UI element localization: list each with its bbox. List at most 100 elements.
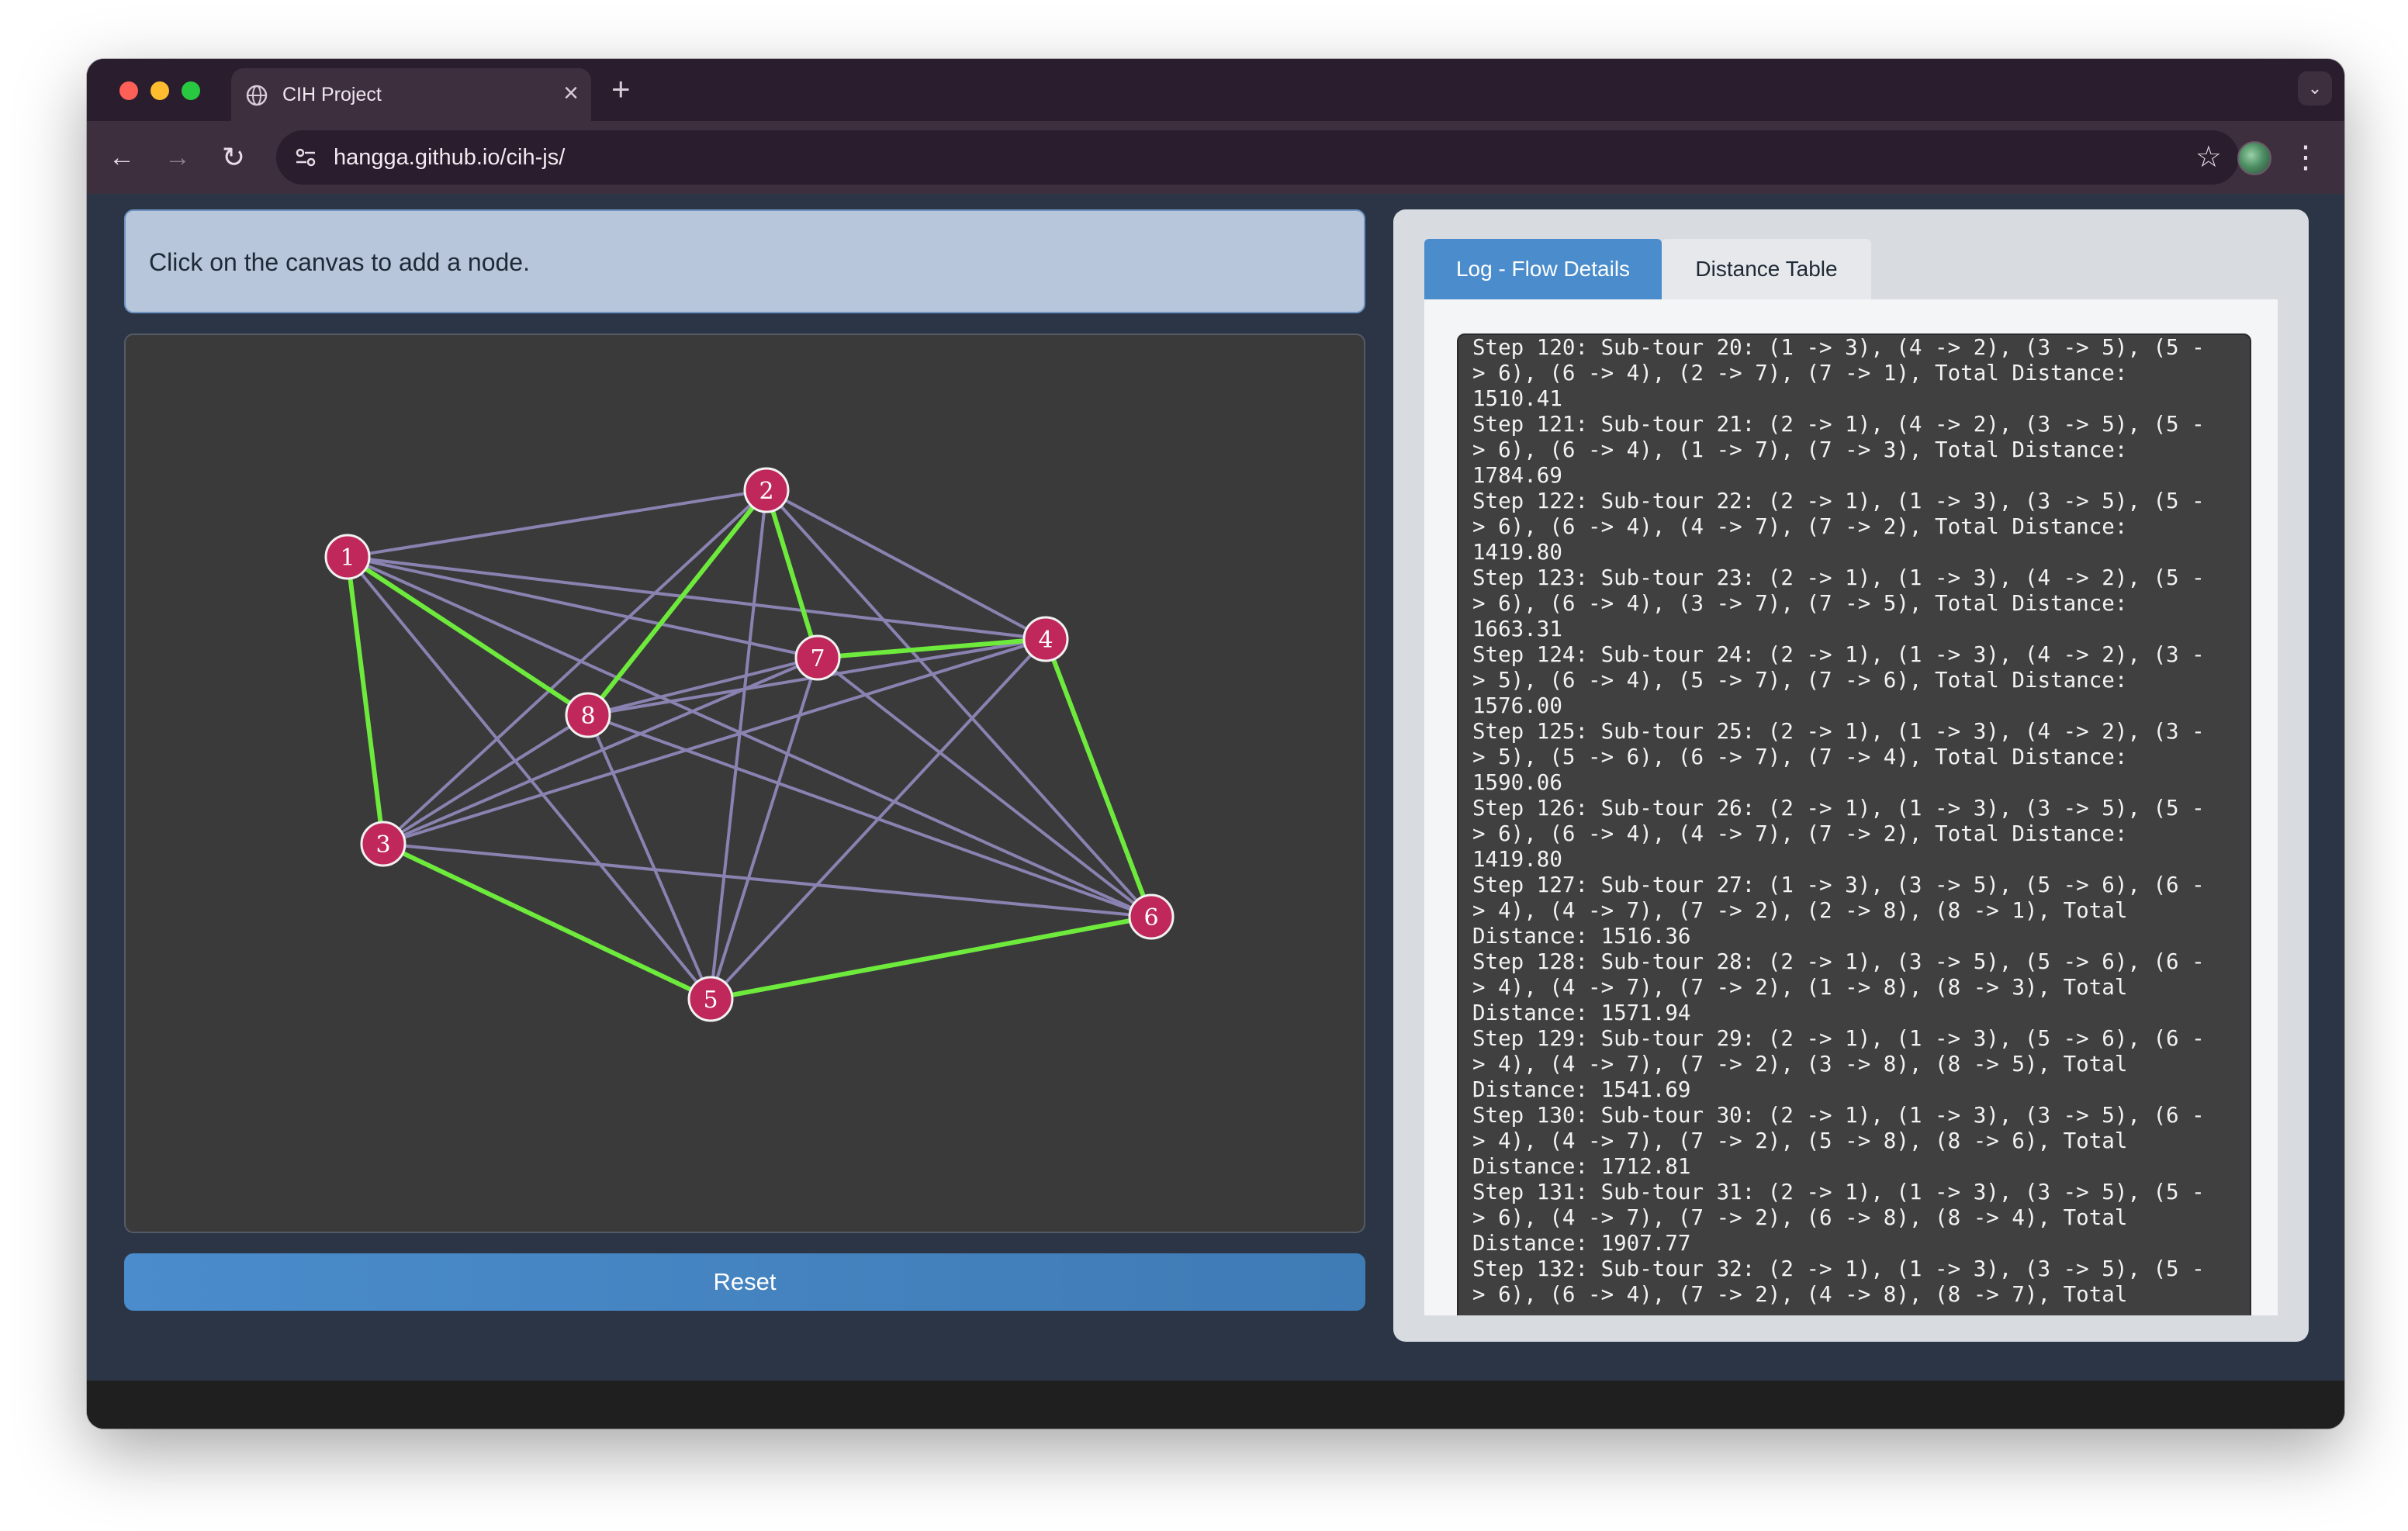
log-line: Step 122: Sub-tour 22: (2 -> 1), (1 -> 3… xyxy=(1472,489,2205,513)
graph-canvas[interactable]: 1 2 3 4 5 6 7 8 xyxy=(124,334,1365,1233)
site-settings-icon[interactable] xyxy=(292,143,320,171)
back-arrow-icon[interactable]: ← xyxy=(102,138,141,177)
browser-tab[interactable]: CIH Project × xyxy=(231,68,591,121)
log-line: 1784.69 xyxy=(1472,463,1562,488)
log-line: Step 129: Sub-tour 29: (2 -> 1), (1 -> 3… xyxy=(1472,1026,2205,1051)
graph-node-5[interactable]: 5 xyxy=(687,976,734,1022)
graph-svg[interactable]: 1 2 3 4 5 6 7 8 xyxy=(126,335,1365,1233)
url-text[interactable]: hangga.github.io/cih-js/ xyxy=(334,145,565,171)
profile-avatar[interactable] xyxy=(2237,141,2271,175)
log-line: > 6), (6 -> 4), (3 -> 7), (7 -> 5), Tota… xyxy=(1472,591,2128,616)
log-line: Step 131: Sub-tour 31: (2 -> 1), (1 -> 3… xyxy=(1472,1180,2205,1204)
node-label: 1 xyxy=(340,544,355,572)
bottom-bar xyxy=(87,1381,2344,1429)
log-line: 1419.80 xyxy=(1472,540,1562,565)
log-line: Step 123: Sub-tour 23: (2 -> 1), (1 -> 3… xyxy=(1472,565,2205,590)
log-line: Step 130: Sub-tour 30: (2 -> 1), (1 -> 3… xyxy=(1472,1103,2205,1128)
log-line: Step 128: Sub-tour 28: (2 -> 1), (3 -> 5… xyxy=(1472,949,2205,974)
page-content: Click on the canvas to add a node. 1 2 3 4 5… xyxy=(87,194,2344,1429)
graph-edge-6-8 xyxy=(587,714,1152,918)
tab-log-flow-details[interactable]: Log - Flow Details xyxy=(1424,239,1662,299)
graph-edge-5-7 xyxy=(709,657,819,1000)
graph-edge-3-6 xyxy=(382,842,1152,918)
tab-content: Step 120: Sub-tour 20: (1 -> 3), (4 -> 2… xyxy=(1424,299,2278,1315)
minimize-window-button[interactable] xyxy=(150,81,169,100)
log-line: 1576.00 xyxy=(1472,693,1562,718)
browser-toolbar: ← → ↻ hangga.github.io/cih-js/ ☆ ⋮ xyxy=(87,121,2344,194)
log-text: Step 120: Sub-tour 20: (1 -> 3), (4 -> 2… xyxy=(1472,335,2236,1308)
log-line: > 4), (4 -> 7), (7 -> 2), (3 -> 8), (8 -… xyxy=(1472,1052,2128,1077)
tour-edge-2-7 xyxy=(764,489,820,658)
log-line: > 6), (6 -> 4), (4 -> 7), (7 -> 2), Tota… xyxy=(1472,821,2128,846)
node-label: 6 xyxy=(1143,904,1158,931)
reset-button[interactable]: Reset xyxy=(124,1253,1365,1311)
tab-close-icon[interactable]: × xyxy=(563,78,579,109)
graph-node-7[interactable]: 7 xyxy=(794,634,841,681)
graph-node-2[interactable]: 2 xyxy=(743,467,790,513)
log-line: > 5), (6 -> 4), (5 -> 7), (7 -> 6), Tota… xyxy=(1472,668,2128,693)
details-panel: Log - Flow Details Distance Table Step 1… xyxy=(1393,209,2309,1342)
graph-edge-3-8 xyxy=(382,714,590,845)
log-line: 1590.06 xyxy=(1472,770,1562,795)
browser-menu-icon[interactable]: ⋮ xyxy=(2290,138,2321,177)
address-bar[interactable]: hangga.github.io/cih-js/ ☆ xyxy=(276,130,2239,185)
browser-window: CIH Project × + ⌄ ← → ↻ hangga.github.io… xyxy=(87,59,2344,1429)
log-line: Distance: 1907.77 xyxy=(1472,1231,1691,1256)
log-line: Step 124: Sub-tour 24: (2 -> 1), (1 -> 3… xyxy=(1472,642,2205,667)
log-line: Step 126: Sub-tour 26: (2 -> 1), (1 -> 3… xyxy=(1472,796,2205,821)
log-line: Distance: 1712.81 xyxy=(1472,1154,1691,1179)
zoom-window-button[interactable] xyxy=(182,81,200,100)
log-line: Step 120: Sub-tour 20: (1 -> 3), (4 -> 2… xyxy=(1472,335,2205,360)
graph-edge-2-6 xyxy=(765,489,1153,918)
log-line: Distance: 1541.69 xyxy=(1472,1077,1691,1102)
log-output[interactable]: Step 120: Sub-tour 20: (1 -> 3), (4 -> 2… xyxy=(1457,334,2251,1315)
tab-distance-table[interactable]: Distance Table xyxy=(1662,239,1871,299)
node-label: 7 xyxy=(810,645,825,672)
log-line: Step 121: Sub-tour 21: (2 -> 1), (4 -> 2… xyxy=(1472,412,2205,437)
tour-edge-3-5 xyxy=(382,842,712,1001)
log-line: Step 127: Sub-tour 27: (1 -> 3), (3 -> 5… xyxy=(1472,873,2205,897)
log-line: 1510.41 xyxy=(1472,386,1562,411)
graph-node-3[interactable]: 3 xyxy=(360,821,407,867)
graph-node-6[interactable]: 6 xyxy=(1128,893,1175,940)
tab-strip: CIH Project × + ⌄ xyxy=(87,59,2344,121)
log-line: 1419.80 xyxy=(1472,847,1562,872)
tour-edge-1-3 xyxy=(345,556,386,845)
new-tab-button[interactable]: + xyxy=(611,70,631,109)
graph-edge-2-5 xyxy=(709,489,768,1000)
log-line: > 4), (4 -> 7), (7 -> 2), (2 -> 8), (8 -… xyxy=(1472,898,2128,923)
node-label: 3 xyxy=(375,831,390,859)
graph-edge-3-4 xyxy=(382,638,1047,845)
globe-icon xyxy=(246,85,268,106)
log-line: > 5), (5 -> 6), (6 -> 7), (7 -> 4), Tota… xyxy=(1472,745,2128,769)
graph-edge-5-8 xyxy=(586,714,712,1000)
log-line: Distance: 1516.36 xyxy=(1472,924,1691,949)
node-label: 5 xyxy=(703,987,718,1014)
graph-node-4[interactable]: 4 xyxy=(1022,616,1069,662)
tab-title: CIH Project xyxy=(282,84,382,105)
graph-edge-3-7 xyxy=(382,656,818,845)
bookmark-star-icon[interactable]: ☆ xyxy=(2195,140,2222,175)
log-line: > 6), (6 -> 4), (7 -> 2), (4 -> 8), (8 -… xyxy=(1472,1282,2128,1307)
node-label: 4 xyxy=(1038,627,1053,654)
node-label: 8 xyxy=(580,703,595,730)
graph-edge-2-4 xyxy=(766,489,1047,641)
tab-search-chevron-icon[interactable]: ⌄ xyxy=(2298,71,2332,105)
log-line: Distance: 1571.94 xyxy=(1472,1001,1691,1025)
forward-arrow-icon[interactable]: → xyxy=(158,138,197,177)
graph-node-8[interactable]: 8 xyxy=(565,692,611,738)
log-line: > 6), (6 -> 4), (2 -> 7), (7 -> 1), Tota… xyxy=(1472,361,2128,385)
log-line: > 4), (4 -> 7), (7 -> 2), (1 -> 8), (8 -… xyxy=(1472,975,2128,1000)
close-window-button[interactable] xyxy=(119,81,138,100)
graph-node-1[interactable]: 1 xyxy=(324,534,371,580)
log-line: > 6), (6 -> 4), (4 -> 7), (7 -> 2), Tota… xyxy=(1472,514,2128,539)
node-label: 2 xyxy=(759,478,773,505)
log-line: > 4), (4 -> 7), (7 -> 2), (5 -> 8), (8 -… xyxy=(1472,1128,2128,1153)
log-line: > 6), (6 -> 4), (1 -> 7), (7 -> 3), Tota… xyxy=(1472,437,2128,462)
instruction-banner: Click on the canvas to add a node. xyxy=(124,209,1365,313)
log-line: 1663.31 xyxy=(1472,617,1562,641)
reload-icon[interactable]: ↻ xyxy=(214,138,253,177)
log-line: Step 125: Sub-tour 25: (2 -> 1), (1 -> 3… xyxy=(1472,719,2205,744)
instruction-text: Click on the canvas to add a node. xyxy=(149,248,530,276)
log-line: Step 132: Sub-tour 32: (2 -> 1), (1 -> 3… xyxy=(1472,1256,2205,1281)
